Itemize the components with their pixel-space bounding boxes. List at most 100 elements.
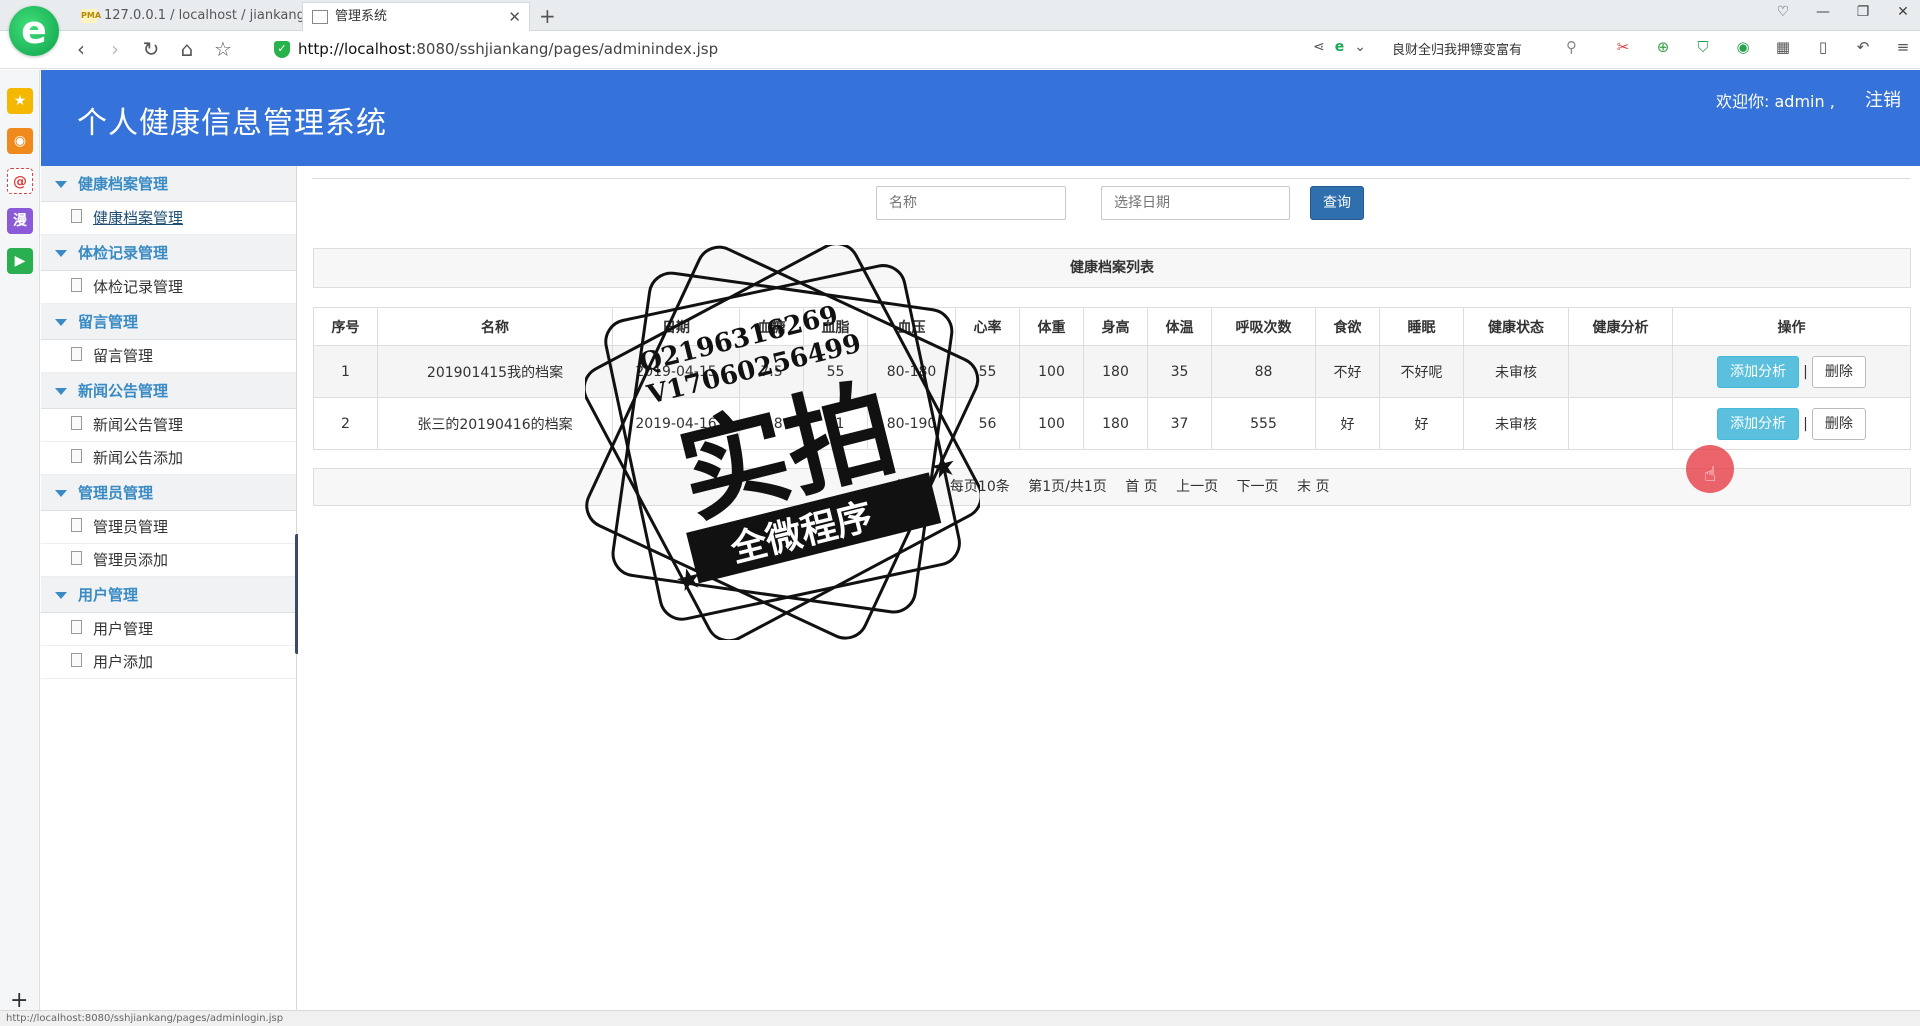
pager-total: 共2条 (894, 479, 932, 495)
column-header: 身高 (1083, 307, 1148, 346)
engine-icon[interactable]: e (1335, 39, 1345, 55)
column-header: 心率 (955, 307, 1020, 346)
forward-icon[interactable]: › (102, 36, 128, 62)
cell-sleep: 不好呢 (1379, 345, 1464, 398)
cell-date: 2019-04-15 (612, 345, 740, 398)
close-window-icon[interactable]: ✕ (1894, 4, 1912, 20)
menu-group-users[interactable]: 用户管理 (41, 577, 296, 613)
browser-logo-icon: e (9, 6, 59, 56)
pager-next-link[interactable]: 下一页 (1237, 479, 1279, 495)
video-icon[interactable]: ▶ (7, 248, 33, 274)
sidebar-item-news-manage[interactable]: 新闻公告管理 (41, 409, 296, 442)
add-analysis-button[interactable]: 添加分析 (1717, 355, 1800, 388)
pager-page-size: 每页10条 (949, 479, 1010, 495)
menu-group-admins[interactable]: 管理员管理 (41, 475, 296, 511)
column-header: 睡眠 (1379, 307, 1464, 346)
favorites-star-icon[interactable]: ★ (7, 88, 33, 114)
date-picker-input[interactable] (1101, 186, 1290, 220)
column-header: 血压 (867, 307, 956, 346)
menu-group-news[interactable]: 新闻公告管理 (41, 373, 296, 409)
sidebar-item-health-records[interactable]: 健康档案管理 (41, 202, 296, 235)
pager-current: 第1页/共1页 (1028, 479, 1107, 495)
cell-sleep: 好 (1379, 397, 1464, 450)
close-icon[interactable]: ✕ (508, 3, 521, 31)
browser-nav-bar: ‹ › ↻ ⌂ ☆ ✓ http://localhost:8080/sshjia… (0, 31, 1920, 69)
document-icon (71, 620, 82, 634)
pager-last-link[interactable]: 末 页 (1297, 479, 1329, 495)
scissors-icon[interactable]: ✂ (1610, 38, 1636, 56)
new-tab-button[interactable]: + (539, 3, 556, 29)
comic-icon[interactable]: 漫 (7, 208, 33, 234)
browser-tab-phpmyadmin[interactable]: PMA 127.0.0.1 / localhost / jiankang (72, 2, 302, 31)
column-header: 健康状态 (1463, 307, 1569, 346)
query-button[interactable]: 查询 (1310, 186, 1364, 220)
document-icon (71, 653, 82, 667)
menu-group-exam-records[interactable]: 体检记录管理 (41, 235, 296, 271)
sidebar-item-admin-manage[interactable]: 管理员管理 (41, 511, 296, 544)
document-icon (71, 209, 82, 223)
address-bar[interactable]: http://localhost:8080/sshjiankang/pages/… (298, 40, 718, 58)
cell-appetite: 不好 (1315, 345, 1380, 398)
name-search-input[interactable] (876, 186, 1066, 220)
pager-prev-link[interactable]: 上一页 (1176, 479, 1218, 495)
cell-index: 1 (313, 345, 378, 398)
mobile-icon[interactable]: ▯ (1810, 38, 1836, 56)
logout-link[interactable]: 注销 (1865, 86, 1901, 112)
delete-button[interactable]: 删除 (1811, 355, 1866, 388)
cell-name: 201901415我的档案 (377, 345, 613, 398)
shield-icon: ✓ (274, 41, 290, 58)
sidebar-item-admin-add[interactable]: 管理员添加 (41, 544, 296, 577)
restore-icon[interactable]: ❐ (1854, 4, 1872, 20)
cell-heart-rate: 56 (955, 397, 1020, 450)
extension-icons: ✂ ⊕ ⛉ ◉ ▦ ▯ ↶ ≡ (1610, 38, 1916, 56)
back-icon[interactable]: ‹ (68, 36, 94, 62)
menu-group-health-records[interactable]: 健康档案管理 (41, 166, 296, 202)
cell-blood-lipid: 51 (803, 397, 868, 450)
table-header-row: 序号 名称 日期 血糖 血脂 血压 心率 体重 身高 体温 呼吸次数 食欲 睡眠… (313, 307, 1911, 346)
document-icon (71, 278, 82, 292)
document-icon (71, 551, 82, 565)
app-header: 个人健康信息管理系统 欢迎你: admin , 注销 (41, 70, 1920, 166)
column-header: 健康分析 (1568, 307, 1673, 346)
bookmark-star-icon[interactable]: ☆ (210, 36, 236, 62)
menu-group-messages[interactable]: 留言管理 (41, 304, 296, 340)
search-input[interactable]: 良财全归我押镖变富有 (1392, 39, 1584, 58)
cell-blood-pressure: 80-190 (867, 397, 956, 450)
document-icon (71, 416, 82, 430)
tab-label: 127.0.0.1 / localhost / jiankang (104, 8, 302, 23)
sidebar-item-user-add[interactable]: 用户添加 (41, 646, 296, 679)
browser-tab-admin[interactable]: 管理系统 ✕ (302, 2, 530, 31)
sidebar-item-user-manage[interactable]: 用户管理 (41, 613, 296, 646)
chevron-down-icon[interactable]: ⌄ (1354, 39, 1366, 55)
sidebar-item-news-add[interactable]: 新闻公告添加 (41, 442, 296, 475)
plugin-icon[interactable]: ⊕ (1650, 38, 1676, 56)
apps-icon[interactable]: ▦ (1770, 38, 1796, 56)
cell-weight: 100 (1019, 397, 1084, 450)
cell-blood-pressure: 80-180 (867, 345, 956, 398)
undo-icon[interactable]: ↶ (1850, 38, 1876, 56)
refresh-icon[interactable]: ↻ (138, 36, 164, 62)
pager-first-link[interactable]: 首 页 (1125, 479, 1157, 495)
home-icon[interactable]: ⌂ (174, 36, 200, 62)
sidebar-item-exam-records[interactable]: 体检记录管理 (41, 271, 296, 304)
share-icon[interactable]: ⋖ (1313, 39, 1325, 55)
sidebar-item-messages[interactable]: 留言管理 (41, 340, 296, 373)
menu-icon[interactable]: ≡ (1890, 38, 1916, 56)
shirt-icon[interactable]: ♡ (1774, 4, 1792, 20)
search-icon[interactable]: ⚲ (1566, 38, 1577, 56)
cell-actions: 添加分析 | 删除 (1672, 345, 1911, 398)
game-icon[interactable]: ◉ (1730, 38, 1756, 56)
column-header: 体重 (1019, 307, 1084, 346)
table-row: 1 201901415我的档案 2019-04-15 7.5 55 80-180… (313, 345, 1911, 398)
minimize-icon[interactable]: — (1814, 4, 1832, 20)
add-analysis-button[interactable]: 添加分析 (1717, 407, 1800, 440)
weibo-icon[interactable]: ◉ (7, 128, 33, 154)
mail-icon[interactable]: @ (7, 168, 33, 194)
delete-button[interactable]: 删除 (1811, 407, 1866, 440)
cell-heart-rate: 55 (955, 345, 1020, 398)
pagination-bar: 共2条 每页10条 第1页/共1页 首 页 上一页 下一页 末 页 (313, 468, 1911, 506)
browser-side-strip: ★ ◉ @ 漫 ▶ + (0, 70, 40, 1013)
sidebar-menu: 健康档案管理 健康档案管理 体检记录管理 体检记录管理 留言管理 留言管理 新闻… (41, 166, 300, 1010)
security-icon[interactable]: ⛉ (1690, 38, 1716, 56)
document-icon (71, 449, 82, 463)
